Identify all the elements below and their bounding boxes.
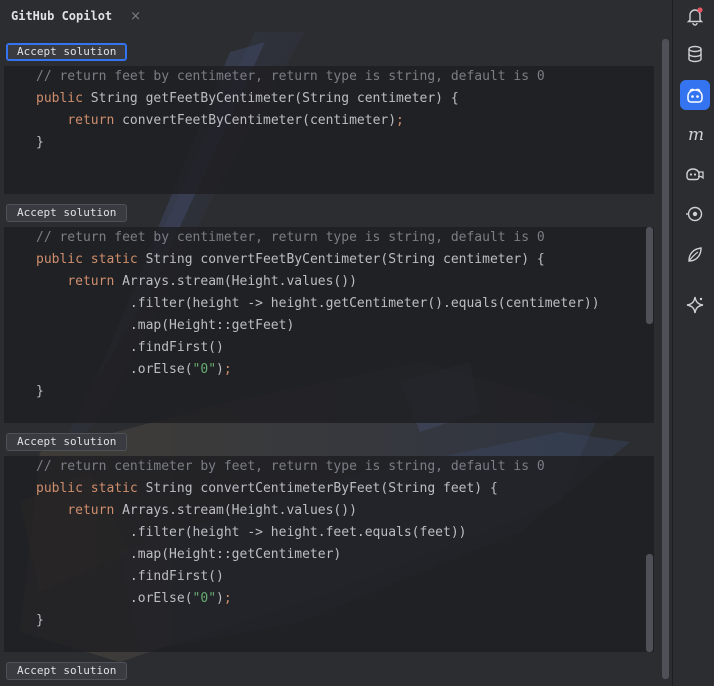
- maven-icon[interactable]: m: [680, 119, 710, 149]
- code-token: String convertCentimeterByFeet(String fe…: [145, 481, 498, 496]
- code-token: return: [67, 113, 123, 128]
- code-token: public: [36, 91, 91, 106]
- code-token: }: [36, 384, 44, 399]
- code-line: .filter(height -> height.getCentimeter()…: [36, 293, 654, 315]
- code-line: return Arrays.stream(Height.values()): [36, 500, 654, 522]
- svg-text:m: m: [688, 125, 704, 144]
- code-token: "0": [192, 362, 217, 377]
- code-token: }: [36, 135, 44, 150]
- accept-solution-button-3[interactable]: Accept solution: [6, 433, 128, 451]
- code-token: .filter(height -> height.feet.equals(fee…: [36, 525, 467, 540]
- code-line: .findFirst(): [36, 337, 654, 359]
- code-line: .findFirst(): [36, 566, 654, 588]
- code-token: ;: [223, 591, 232, 606]
- code-token: .map(Height::getFeet): [36, 318, 295, 333]
- code-line: public static String convertCentimeterBy…: [36, 478, 654, 500]
- solution-code-block-2[interactable]: // return feet by centimeter, return typ…: [4, 227, 654, 423]
- code-token: .map(Height::getCentimeter): [36, 547, 342, 562]
- accept-solution-button-4[interactable]: Accept solution: [6, 662, 128, 680]
- code-line: return Arrays.stream(Height.values()): [36, 271, 654, 293]
- code-line: .map(Height::getFeet): [36, 315, 654, 337]
- code-token: String getFeetByCentimeter(String centim…: [90, 91, 459, 106]
- code-token: }: [36, 613, 44, 628]
- code-line: // return centimeter by feet, return typ…: [36, 456, 654, 478]
- right-tool-strip: m: [672, 0, 714, 686]
- code-line: .filter(height -> height.feet.equals(fee…: [36, 522, 654, 544]
- copilot-chat-icon[interactable]: [680, 159, 710, 189]
- close-tab-icon[interactable]: ×: [130, 9, 141, 24]
- code-token: .findFirst(): [36, 340, 224, 355]
- code-line: public String getFeetByCentimeter(String…: [36, 88, 654, 110]
- spring-leaf-icon[interactable]: [680, 240, 710, 270]
- code-line: }: [36, 610, 654, 632]
- code-token: .orElse(: [36, 362, 193, 377]
- code-token: public static: [36, 252, 146, 267]
- solution-code-block-1[interactable]: // return feet by centimeter, return typ…: [4, 66, 654, 194]
- code-line: .map(Height::getCentimeter): [36, 544, 654, 566]
- code-token: Arrays.stream(Height.values()): [122, 274, 357, 289]
- code-block-2-scrollbar[interactable]: [646, 227, 653, 324]
- code-token: // return feet by centimeter, return typ…: [36, 69, 545, 84]
- endpoints-icon[interactable]: [680, 199, 710, 229]
- code-line: public static String convertFeetByCentim…: [36, 249, 654, 271]
- code-token: .orElse(: [36, 591, 193, 606]
- code-token: // return feet by centimeter, return typ…: [36, 230, 545, 245]
- notifications-icon[interactable]: [680, 1, 710, 31]
- code-token: public static: [36, 481, 146, 496]
- code-line: .orElse("0");: [36, 588, 654, 610]
- code-token: ;: [396, 113, 404, 128]
- solution-code-block-3[interactable]: // return centimeter by feet, return typ…: [4, 456, 654, 652]
- database-icon[interactable]: [680, 39, 710, 69]
- code-token: ): [216, 591, 224, 606]
- accept-solution-button-2[interactable]: Accept solution: [6, 204, 128, 222]
- code-line: // return feet by centimeter, return typ…: [36, 66, 654, 88]
- code-block-3-scrollbar[interactable]: [646, 554, 653, 652]
- code-line: // return feet by centimeter, return typ…: [36, 227, 654, 249]
- code-token: convertFeetByCentimeter(centimeter): [122, 113, 397, 128]
- code-line: }: [36, 381, 654, 403]
- panel-scrollbar[interactable]: [662, 39, 669, 679]
- copilot-icon[interactable]: [680, 80, 710, 110]
- code-token: .filter(height -> height.getCentimeter()…: [36, 296, 600, 311]
- code-token: // return centimeter by feet, return typ…: [36, 459, 545, 474]
- tool-window-header: GitHub Copilot ×: [0, 0, 672, 32]
- tool-window-title: GitHub Copilot: [11, 9, 113, 23]
- code-token: return: [67, 503, 123, 518]
- code-token: String convertFeetByCentimeter(String ce…: [145, 252, 545, 267]
- solutions-panel: Accept solution // return feet by centim…: [0, 32, 672, 686]
- code-token: "0": [192, 591, 217, 606]
- ai-assistant-icon[interactable]: [680, 290, 710, 320]
- code-token: return: [67, 274, 123, 289]
- code-line: .orElse("0");: [36, 359, 654, 381]
- code-token: Arrays.stream(Height.values()): [122, 503, 357, 518]
- accept-solution-button-1[interactable]: Accept solution: [6, 43, 128, 61]
- code-line: }: [36, 132, 654, 154]
- code-line: return convertFeetByCentimeter(centimete…: [36, 110, 654, 132]
- code-token: ): [216, 362, 224, 377]
- code-token: .findFirst(): [36, 569, 224, 584]
- code-token: ;: [223, 362, 232, 377]
